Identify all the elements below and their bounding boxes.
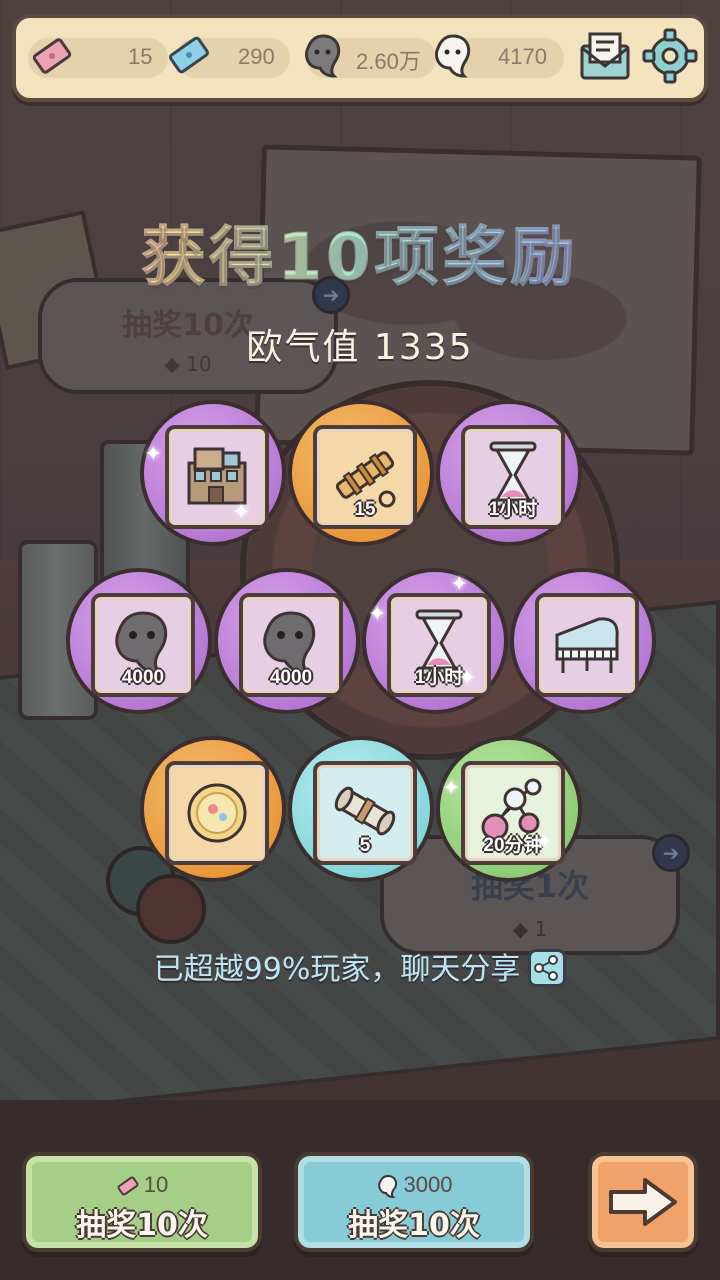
reward-card: 1小时 [461,425,565,529]
blue-ticket-count: 290 [238,44,275,69]
reward-qty: 4000 [121,667,165,688]
share-icon[interactable] [528,948,567,987]
reward-card: 15 [313,425,417,529]
pink-ticket-icon [117,1176,139,1196]
rewards-title: 获得10项奖励 [0,206,720,298]
reward-item-scroll[interactable]: 5 [288,736,434,882]
draw-ticket-cost-row: 10 [26,1172,258,1198]
share-text: 已超越99%玩家，聊天分享 [153,952,521,987]
sparkle-icon: ✦ [450,572,469,597]
arrow-right-icon [609,1178,677,1226]
reward-card: 4000 [91,593,195,697]
sparkle-icon: ✦ [442,776,461,801]
next-button[interactable] [588,1152,698,1252]
reward-qty: 1小时 [488,499,538,520]
resource-bar: 15 290 2.60万 4170 [12,14,708,102]
reward-item-building[interactable]: ✦ ✦ [140,400,286,546]
dark-soul-icon [305,34,341,78]
draw-soul-cost-row: 3000 [298,1172,530,1199]
reward-card [165,425,269,529]
share-row[interactable]: 已超越99%玩家，聊天分享 [0,944,720,990]
reward-item-telescope[interactable]: 15 [288,400,434,546]
reward-card [165,761,269,865]
draw-ticket-label: 抽奖10次 [76,1208,208,1244]
gold-coin-icon [187,783,247,843]
reward-item-dark-soul[interactable]: 4000 [66,568,212,714]
ticket-count: 15 [128,44,153,69]
white-soul-icon [377,1175,397,1199]
gear-icon[interactable] [642,28,698,84]
draw-10-ticket-button[interactable]: 10 抽奖10次 [22,1152,262,1252]
reward-item-hourglass[interactable]: 1小时 ✦ ✦ ✦ [362,568,508,714]
reward-item-piano[interactable] [510,568,656,714]
sparkle-icon: ✦ [232,500,251,525]
reward-item-dark-soul[interactable]: 4000 [214,568,360,714]
reward-item-molecule[interactable]: 20分钟 ✦ ✦ [436,736,582,882]
white-soul-icon [435,34,471,78]
reward-card [535,593,639,697]
sparkle-icon: ✦ [368,602,387,627]
piano-icon [555,617,619,673]
reward-item-gold-coin[interactable] [140,736,286,882]
white-soul-count: 4170 [498,44,547,69]
reward-qty: 4000 [269,667,313,688]
luck-value: 欧气值 1335 [246,327,474,368]
draw-soul-label: 抽奖10次 [348,1208,480,1244]
sparkle-icon: ✦ [458,666,477,691]
draw-ticket-cost: 10 [143,1172,169,1197]
sparkle-icon: ✦ [144,442,163,467]
blue-ticket-icon [169,36,209,74]
reward-qty: 5 [359,835,371,856]
draw-soul-cost: 3000 [403,1172,453,1197]
sparkle-icon: ✦ [534,830,553,855]
mail-icon[interactable] [576,28,634,86]
draw-10-soul-button[interactable]: 3000 抽奖10次 [294,1152,534,1252]
reward-card: 4000 [239,593,343,697]
dark-soul-count: 2.60万 [356,49,421,74]
reward-card: 5 [313,761,417,865]
reward-item-hourglass[interactable]: 1小时 [436,400,582,546]
pink-ticket-icon [32,38,72,74]
reward-qty: 15 [354,499,376,520]
